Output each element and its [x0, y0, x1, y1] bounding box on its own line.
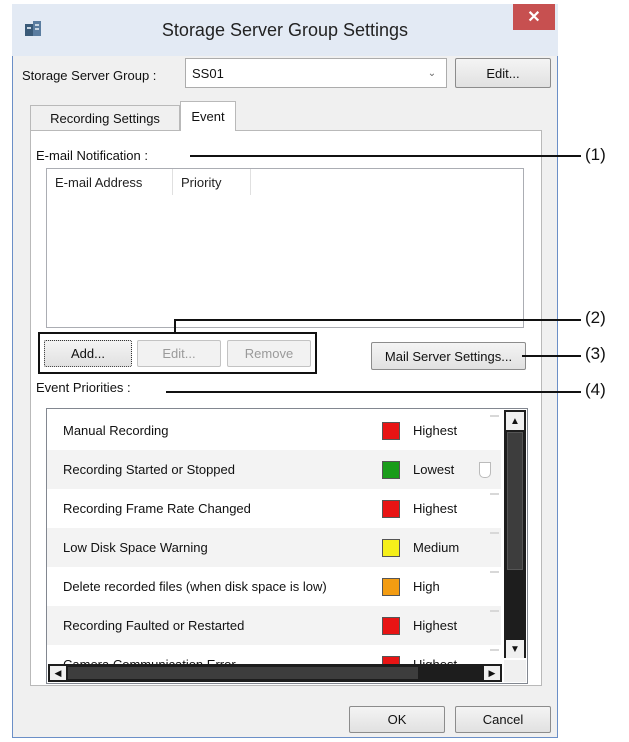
column-header-priority[interactable]: Priority [173, 169, 251, 195]
callout-label-4: (4) [585, 380, 606, 399]
cancel-button[interactable]: Cancel [455, 706, 551, 733]
priority-color-swatch [382, 617, 400, 635]
scroll-right-arrow-icon[interactable]: ▶ [484, 666, 500, 680]
chevron-down-icon: ⌄ [427, 67, 437, 79]
column-header-email-address[interactable]: E-mail Address [47, 169, 173, 195]
slider-tick [490, 415, 499, 417]
priority-level: Lowest [413, 462, 455, 477]
priority-row-recording-started-stopped[interactable]: Recording Started or Stopped Lowest [47, 450, 501, 489]
callout-label-3: (3) [585, 344, 606, 363]
window-title: Storage Server Group Settings [161, 19, 409, 40]
tab-recording-settings[interactable]: Recording Settings [30, 105, 180, 130]
scroll-down-arrow-icon[interactable]: ▼ [506, 640, 524, 658]
priority-row-recording-faulted[interactable]: Recording Faulted or Restarted Highest [47, 606, 501, 645]
priority-color-swatch [382, 422, 400, 440]
priority-row-manual-recording[interactable]: Manual Recording Highest [47, 411, 501, 450]
callout-line-4 [166, 391, 581, 393]
priority-color-swatch [382, 539, 400, 557]
priority-row-low-disk-space[interactable]: Low Disk Space Warning Medium [47, 528, 501, 567]
priority-slider-thumb[interactable] [479, 462, 491, 478]
event-name: Delete recorded files (when disk space i… [63, 579, 327, 594]
scroll-up-arrow-icon[interactable]: ▲ [506, 412, 524, 430]
event-name: Low Disk Space Warning [63, 540, 208, 555]
tab-event[interactable]: Event [180, 101, 236, 131]
scroll-left-arrow-icon[interactable]: ◀ [50, 666, 66, 680]
callout-line-1 [190, 155, 581, 157]
horizontal-scroll-thumb[interactable] [68, 667, 418, 679]
event-name: Recording Frame Rate Changed [63, 501, 251, 516]
app-icon [22, 18, 44, 40]
event-name: Recording Started or Stopped [63, 462, 235, 477]
priority-color-swatch [382, 500, 400, 518]
remove-email-button[interactable]: Remove [227, 340, 311, 367]
vertical-scroll-thumb[interactable] [507, 432, 523, 570]
priority-row-frame-rate-changed[interactable]: Recording Frame Rate Changed Highest [47, 489, 501, 528]
priority-color-swatch [382, 461, 400, 479]
callout-line-2 [174, 319, 581, 321]
priority-row-delete-recorded-files[interactable]: Delete recorded files (when disk space i… [47, 567, 501, 606]
mail-server-settings-button[interactable]: Mail Server Settings... [371, 342, 526, 370]
close-icon: ✕ [527, 9, 541, 26]
add-email-button[interactable]: Add... [44, 340, 132, 367]
event-name: Manual Recording [63, 423, 169, 438]
slider-tick [490, 610, 499, 612]
event-priorities-list[interactable]: Manual Recording Highest Recording Start… [46, 408, 528, 684]
storage-server-group-select[interactable]: SS01 [185, 58, 447, 88]
group-edit-button[interactable]: Edit... [455, 58, 551, 88]
storage-server-group-label: Storage Server Group : [22, 67, 157, 83]
slider-tick [490, 571, 499, 573]
slider-tick [490, 649, 499, 651]
priority-color-swatch [382, 578, 400, 596]
event-priorities-label: Event Priorities : [36, 379, 131, 395]
callout-label-1: (1) [585, 145, 606, 164]
callout-label-2: (2) [585, 308, 606, 327]
scrollbar-corner [504, 660, 526, 682]
callout-line-2-vertical [174, 319, 176, 334]
storage-server-group-value: SS01 [192, 65, 224, 81]
slider-tick [490, 532, 499, 534]
priority-level: Highest [413, 618, 458, 633]
callout-line-3 [522, 355, 581, 357]
email-notification-label: E-mail Notification : [36, 147, 148, 163]
priority-level: High [413, 579, 440, 594]
event-name: Recording Faulted or Restarted [63, 618, 245, 633]
slider-tick [490, 493, 499, 495]
priority-level: Medium [413, 540, 460, 555]
priority-level: Highest [413, 423, 458, 438]
priority-level: Highest [413, 501, 458, 516]
close-button[interactable]: ✕ [513, 4, 555, 30]
ok-button[interactable]: OK [349, 706, 445, 733]
edit-email-button[interactable]: Edit... [137, 340, 221, 367]
